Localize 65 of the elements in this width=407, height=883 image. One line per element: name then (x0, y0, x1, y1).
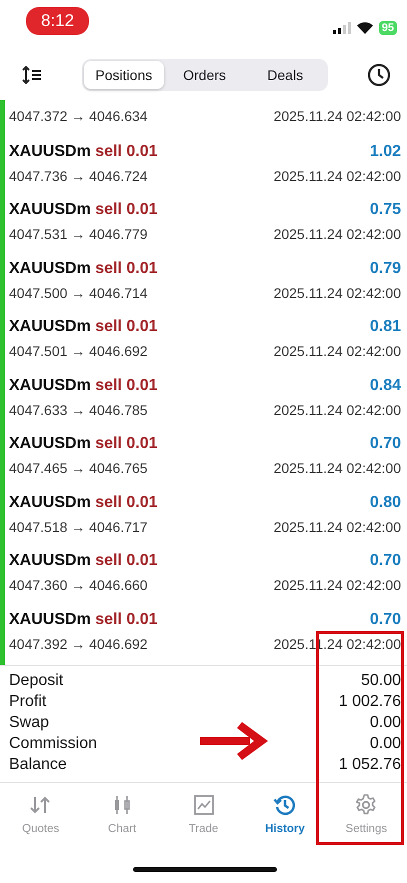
price-range: 4047.360 → 4046.660 (9, 577, 148, 594)
deal-title: XAUUSDm sell 0.01 (9, 201, 158, 220)
history-icon (272, 793, 297, 817)
signal-icon (332, 22, 351, 34)
summary-label: Balance (9, 756, 67, 774)
deal-time: 2025.11.24 02:42:00 (274, 460, 401, 476)
deal-title: XAUUSDm sell 0.01 (9, 260, 158, 278)
deal-profit: 0.75 (370, 201, 401, 220)
deal-time: 2025.11.24 02:42:00 (274, 518, 401, 535)
tab-bar-item[interactable]: Chart (81, 793, 163, 835)
deal-profit: 0.70 (370, 610, 401, 629)
clock-time: 8:12 (26, 7, 90, 35)
summary-value: 0.00 (370, 735, 401, 753)
deal-time: 2025.11.24 02:42:00 (274, 402, 401, 418)
deal-title: XAUUSDm sell 0.01 (9, 318, 158, 336)
deal-time: 2025.11.24 02:42:00 (274, 343, 401, 360)
settings-icon (354, 793, 378, 817)
arrow-annotation (200, 722, 268, 760)
summary-value: 1 052.76 (338, 756, 401, 774)
deal-time: 2025.11.24 02:42:00 (274, 226, 401, 242)
price-range: 4047.736 → 4046.724 (9, 168, 148, 184)
price-range: 4047.633 → 4046.785 (9, 402, 148, 418)
summary-value: 1 002.76 (338, 693, 401, 711)
summary-value: 50.00 (360, 672, 401, 690)
battery-icon: 95 (378, 21, 397, 35)
wifi-icon (356, 22, 373, 34)
deal-profit: 0.80 (370, 494, 401, 512)
deal-profit: 0.70 (370, 552, 401, 570)
segment-tab[interactable]: Deals (244, 61, 326, 89)
deal-time: 2025.11.24 02:42:00 (274, 108, 401, 126)
deal-profit: 1.02 (370, 142, 401, 161)
deal-profit: 0.79 (370, 260, 401, 278)
tab-bar-item[interactable]: Quotes (0, 793, 82, 835)
summary-label: Profit (9, 693, 46, 711)
tab-bar-item[interactable]: History (244, 793, 326, 835)
deal-time: 2025.11.24 02:42:00 (274, 577, 401, 594)
sort-icon[interactable] (22, 66, 42, 84)
clock-icon[interactable] (367, 63, 391, 87)
price-range: 4047.501 → 4046.692 (9, 343, 148, 360)
price-range: 4047.392 → 4046.692 (9, 636, 148, 652)
deal-title: XAUUSDm sell 0.01 (9, 435, 158, 454)
deal-title: XAUUSDm sell 0.01 (9, 142, 158, 161)
price-range: 4047.500 → 4046.714 (9, 284, 148, 301)
price-range: 4047.372 → 4046.634 (9, 108, 148, 126)
summary-label: Deposit (9, 672, 64, 690)
deal-profit: 0.70 (370, 435, 401, 454)
price-range: 4047.465 → 4046.765 (9, 460, 148, 476)
segment-tab[interactable]: Orders (164, 61, 245, 89)
deal-profit: 0.81 (370, 318, 401, 336)
summary-label: Swap (9, 714, 50, 732)
tab-bar-item[interactable]: Trade (162, 793, 244, 835)
deal-title: XAUUSDm sell 0.01 (9, 376, 158, 395)
deal-time: 2025.11.24 02:42:00 (274, 284, 401, 301)
price-range: 4047.518 → 4046.717 (9, 518, 148, 535)
trade-icon (192, 793, 216, 817)
segment-tab[interactable]: Positions (84, 61, 164, 89)
summary-value: 0.00 (370, 714, 401, 732)
deal-title: XAUUSDm sell 0.01 (9, 494, 158, 512)
deal-time: 2025.11.24 02:42:00 (274, 168, 401, 184)
tab-bar-item[interactable]: Settings (326, 793, 407, 835)
deal-title: XAUUSDm sell 0.01 (9, 610, 158, 629)
summary-label: Commission (9, 735, 98, 753)
price-range: 4047.531 → 4046.779 (9, 226, 148, 242)
deal-profit: 0.84 (370, 376, 401, 395)
deal-title: XAUUSDm sell 0.01 (9, 552, 158, 570)
